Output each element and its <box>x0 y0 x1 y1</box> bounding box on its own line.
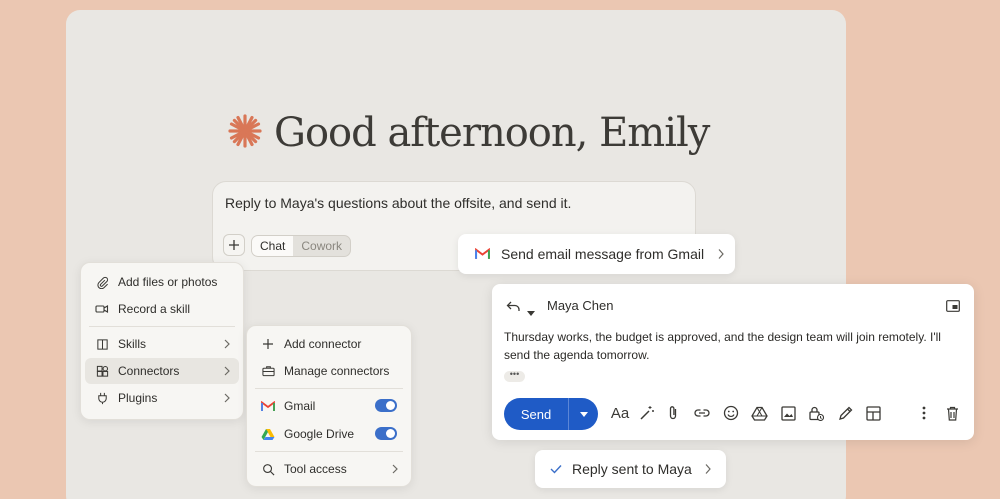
menu-divider <box>255 451 403 452</box>
chevron-right-icon <box>717 248 725 260</box>
show-trimmed-content-button[interactable]: ••• <box>504 370 525 382</box>
menu-divider <box>255 388 403 389</box>
layout-template-icon[interactable] <box>864 404 882 422</box>
gmail-icon <box>475 248 490 260</box>
attach-menu: Add files or photos Record a skill Skill… <box>80 262 244 420</box>
video-camera-icon <box>95 302 109 316</box>
confidential-mode-icon[interactable] <box>807 404 825 422</box>
menu-item-add-connector[interactable]: Add connector <box>251 331 407 357</box>
email-compose-card: Maya Chen Thursday works, the budget is … <box>492 284 974 440</box>
more-options-icon[interactable] <box>915 404 933 422</box>
status-pill[interactable]: Reply sent to Maya <box>535 450 726 488</box>
gmail-toggle[interactable] <box>375 399 397 412</box>
status-label: Reply sent to Maya <box>572 461 692 477</box>
signature-pen-icon[interactable] <box>836 404 854 422</box>
briefcase-icon <box>261 364 275 378</box>
greeting: Good afternoon, Emily <box>228 106 710 160</box>
magic-pen-icon[interactable] <box>638 404 656 422</box>
chevron-right-icon <box>391 463 399 477</box>
add-attachment-button[interactable] <box>223 234 245 256</box>
pop-out-icon[interactable] <box>946 299 960 317</box>
gmail-icon <box>261 399 275 413</box>
menu-item-connectors[interactable]: Connectors <box>85 358 239 384</box>
plug-icon <box>95 391 109 405</box>
insert-drive-icon[interactable] <box>750 404 768 422</box>
claude-logo-icon <box>228 113 262 153</box>
email-body[interactable]: Thursday works, the budget is approved, … <box>504 328 966 364</box>
checkmark-icon <box>550 464 562 474</box>
chevron-right-icon <box>223 338 231 352</box>
attach-file-icon[interactable] <box>664 404 682 422</box>
tool-call-pill[interactable]: Send email message from Gmail <box>458 234 735 274</box>
book-icon <box>95 337 109 351</box>
tool-call-label: Send email message from Gmail <box>501 246 705 262</box>
chevron-right-icon <box>223 392 231 406</box>
google-drive-toggle[interactable] <box>375 427 397 440</box>
menu-item-google-drive[interactable]: Google Drive <box>251 421 407 447</box>
menu-item-gmail[interactable]: Gmail <box>251 393 407 419</box>
search-icon <box>261 462 275 476</box>
menu-item-manage-connectors[interactable]: Manage connectors <box>251 358 407 384</box>
mode-chat-tab[interactable]: Chat <box>252 236 294 256</box>
send-button-group: Send <box>504 398 598 430</box>
insert-link-icon[interactable] <box>693 404 711 422</box>
connectors-menu: Add connector Manage connectors Gmail Go… <box>246 325 412 487</box>
google-drive-icon <box>261 427 275 441</box>
recipient-name[interactable]: Maya Chen <box>547 298 613 313</box>
menu-item-plugins[interactable]: Plugins <box>85 385 239 411</box>
send-button[interactable]: Send <box>504 398 568 430</box>
plus-icon <box>261 337 275 351</box>
paperclip-icon <box>95 275 109 289</box>
formatting-button[interactable]: Aa <box>608 404 632 422</box>
chevron-right-icon <box>223 365 231 379</box>
chevron-right-icon <box>704 463 712 475</box>
menu-divider <box>89 326 235 327</box>
reply-icon[interactable] <box>506 299 520 317</box>
plus-icon <box>229 240 239 250</box>
send-options-button[interactable] <box>568 398 598 430</box>
greeting-text: Good afternoon, Emily <box>274 110 710 156</box>
insert-photo-icon[interactable] <box>779 404 797 422</box>
connectors-icon <box>95 364 109 378</box>
menu-item-tool-access[interactable]: Tool access <box>251 456 407 482</box>
menu-item-record-skill[interactable]: Record a skill <box>85 296 239 322</box>
mode-cowork-tab[interactable]: Cowork <box>293 236 350 256</box>
emoji-icon[interactable] <box>722 404 740 422</box>
menu-item-skills[interactable]: Skills <box>85 331 239 357</box>
menu-item-add-files[interactable]: Add files or photos <box>85 269 239 295</box>
delete-draft-icon[interactable] <box>943 404 961 422</box>
prompt-input[interactable]: Reply to Maya's questions about the offs… <box>225 195 571 211</box>
reply-options-icon[interactable] <box>527 303 535 321</box>
caret-down-icon <box>579 411 588 417</box>
mode-toggle[interactable]: Chat Cowork <box>251 235 352 257</box>
